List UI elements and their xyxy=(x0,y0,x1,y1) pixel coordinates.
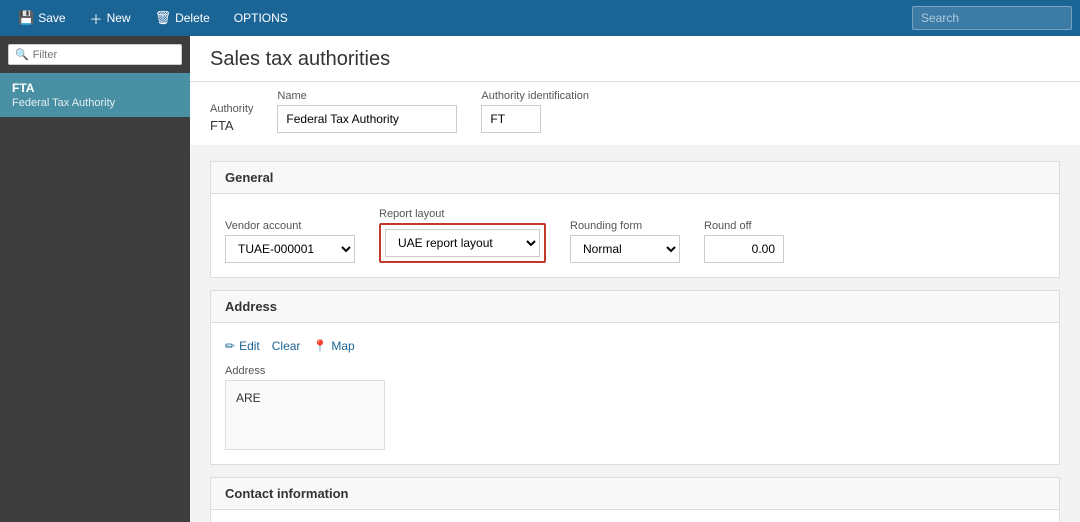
sidebar-item-fta[interactable]: FTA Federal Tax Authority xyxy=(0,73,190,117)
contact-section-header: Contact information xyxy=(211,478,1059,510)
map-address-button[interactable]: 📍 Map xyxy=(312,337,354,355)
record-header: Authority FTA Name Authority identificat… xyxy=(190,82,1080,145)
sidebar-item-title: FTA xyxy=(12,81,178,95)
rounding-form-field: Rounding form Normal Up Down xyxy=(570,220,680,263)
authority-label: Authority xyxy=(210,103,253,115)
address-section: Address ✏ Edit Clear 📍 Map xyxy=(210,290,1060,465)
address-display-field: Address ARE xyxy=(225,365,1045,450)
sidebar-filter-container: 🔍 xyxy=(8,44,182,65)
edit-address-button[interactable]: ✏ Edit xyxy=(225,337,260,355)
round-off-field: Round off xyxy=(704,220,784,263)
delete-icon: 🗑 xyxy=(155,10,172,26)
report-layout-field: Report layout UAE report layout Default … xyxy=(379,208,546,263)
global-search-input[interactable] xyxy=(912,6,1072,30)
vendor-account-field: Vendor account TUAE-000001 xyxy=(225,220,355,263)
save-icon: 💾 xyxy=(18,10,34,26)
authority-id-label: Authority identification xyxy=(481,90,589,102)
new-button[interactable]: ＋ New xyxy=(80,4,141,32)
main-layout: 🔍 FTA Federal Tax Authority Sales tax au… xyxy=(0,36,1080,522)
report-layout-label: Report layout xyxy=(379,208,546,220)
filter-icon: 🔍 xyxy=(15,48,29,61)
toolbar: 💾 Save ＋ New 🗑 Delete OPTIONS xyxy=(0,0,1080,36)
report-layout-highlight: UAE report layout Default layout xyxy=(379,223,546,263)
sidebar: 🔍 FTA Federal Tax Authority xyxy=(0,36,190,522)
contact-section: Contact information Telephone Mobile pho… xyxy=(210,477,1060,522)
sidebar-filter-input[interactable] xyxy=(33,49,175,61)
rounding-form-label: Rounding form xyxy=(570,220,680,232)
rounding-form-select[interactable]: Normal Up Down xyxy=(570,235,680,263)
address-label: Address xyxy=(225,365,1045,377)
name-input[interactable] xyxy=(277,105,457,133)
address-section-body: ✏ Edit Clear 📍 Map Address xyxy=(211,323,1059,464)
delete-button[interactable]: 🗑 Delete xyxy=(145,4,220,32)
authority-id-input[interactable] xyxy=(481,105,541,133)
authority-value: FTA xyxy=(210,118,253,133)
content-area: General Vendor account TUAE-000001 Repor… xyxy=(190,145,1080,522)
authority-field: Authority FTA xyxy=(210,103,253,133)
options-button[interactable]: OPTIONS xyxy=(224,4,298,32)
address-actions: ✏ Edit Clear 📍 Map xyxy=(225,337,1045,355)
sidebar-item-subtitle: Federal Tax Authority xyxy=(12,97,178,109)
save-button[interactable]: 💾 Save xyxy=(8,4,76,32)
name-field: Name xyxy=(277,90,457,133)
vendor-account-select[interactable]: TUAE-000001 xyxy=(225,235,355,263)
address-section-header: Address xyxy=(211,291,1059,323)
round-off-input[interactable] xyxy=(704,235,784,263)
authority-id-field: Authority identification xyxy=(481,90,589,133)
general-section-body: Vendor account TUAE-000001 Report layout… xyxy=(211,194,1059,277)
edit-icon: ✏ xyxy=(225,339,235,353)
page-header: Sales tax authorities xyxy=(190,36,1080,82)
general-section-header: General xyxy=(211,162,1059,194)
name-label: Name xyxy=(277,90,457,102)
round-off-label: Round off xyxy=(704,220,784,232)
report-layout-select[interactable]: UAE report layout Default layout xyxy=(385,229,540,257)
general-section: General Vendor account TUAE-000001 Repor… xyxy=(210,161,1060,278)
clear-address-button[interactable]: Clear xyxy=(272,337,301,355)
address-box: ARE xyxy=(225,380,385,450)
map-icon: 📍 xyxy=(312,339,327,353)
contact-section-body: Telephone Mobile phone Fax SMS xyxy=(211,510,1059,522)
plus-icon: ＋ xyxy=(90,9,103,28)
page-title: Sales tax authorities xyxy=(210,48,1060,71)
vendor-account-label: Vendor account xyxy=(225,220,355,232)
main-content: Sales tax authorities Authority FTA Name… xyxy=(190,36,1080,522)
general-fields-row: Vendor account TUAE-000001 Report layout… xyxy=(225,208,1045,263)
